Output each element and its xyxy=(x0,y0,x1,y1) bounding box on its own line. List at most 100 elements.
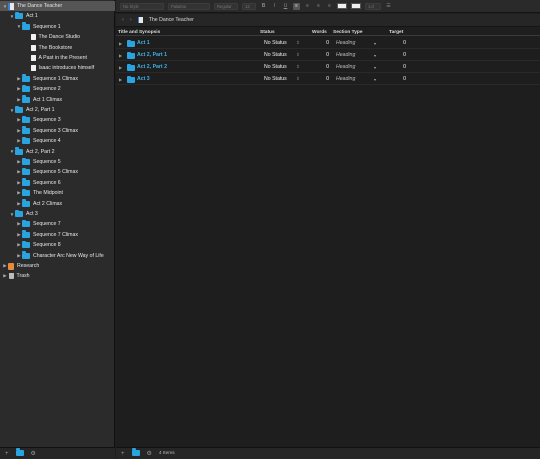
binder-item[interactable]: ▶ Sequence 5 Climax xyxy=(0,167,115,177)
binder-item[interactable]: ▼ The Dance Teacher xyxy=(0,1,115,11)
bold-button[interactable]: B xyxy=(260,3,267,10)
binder-item[interactable]: ▶ Sequence 4 xyxy=(0,136,115,146)
add-folder-icon[interactable] xyxy=(131,448,140,458)
column-title[interactable]: Title and Synopsis xyxy=(118,30,160,35)
binder-item-label: Act 2, Part 2 xyxy=(26,148,55,155)
row-section-type[interactable]: Heading xyxy=(336,52,355,58)
table-row[interactable]: ▶ Act 2, Part 2 No Status ⇕ 0 Heading ▾ 0 xyxy=(116,61,540,73)
text-color-swatch[interactable] xyxy=(337,3,347,9)
add-folder-icon[interactable] xyxy=(15,448,24,458)
row-title[interactable]: Act 2, Part 1 xyxy=(137,52,167,58)
row-section-type[interactable]: Heading xyxy=(336,76,355,82)
binder-item-label: Sequence 7 Climax xyxy=(33,231,78,238)
binder-item[interactable]: A Past in the Present xyxy=(0,53,115,63)
forward-icon[interactable]: › xyxy=(130,17,132,23)
column-status[interactable]: Status xyxy=(260,30,275,35)
chevron-down-icon[interactable]: ▾ xyxy=(374,77,376,82)
folder-icon xyxy=(15,209,23,217)
row-target: 0 xyxy=(403,52,406,58)
binder-item[interactable]: ▶ Sequence 5 xyxy=(0,157,115,167)
binder-item[interactable]: ▶ Sequence 6 xyxy=(0,178,115,188)
chevron-down-icon[interactable]: ▾ xyxy=(374,53,376,58)
justify-icon[interactable]: ≡ xyxy=(326,3,333,10)
row-section-type[interactable]: Heading xyxy=(336,64,355,70)
column-words[interactable]: Words xyxy=(312,30,327,35)
binder-item[interactable]: ▶ Sequence 3 Climax xyxy=(0,126,115,136)
folder-icon xyxy=(22,84,30,93)
item-count: 4 Items xyxy=(158,451,175,456)
add-icon[interactable]: + xyxy=(121,451,125,457)
status-stepper-icon[interactable]: ⇕ xyxy=(296,64,300,70)
document-icon xyxy=(30,44,36,51)
row-status[interactable]: No Status xyxy=(264,64,287,70)
align-left-icon[interactable]: ≡ xyxy=(293,2,300,10)
binder-item[interactable]: ▶ Sequence 3 xyxy=(0,115,115,125)
disclosure-closed-icon[interactable]: ▶ xyxy=(119,53,122,58)
line-spacing-select[interactable]: 1.0 xyxy=(365,2,381,10)
binder-item[interactable]: ▶ Sequence 8 xyxy=(0,240,115,250)
disclosure-closed-icon[interactable]: ▶ xyxy=(119,77,122,82)
editor-title: The Dance Teacher xyxy=(148,17,194,23)
table-row[interactable]: ▶ Act 1 No Status ⇕ 0 Heading ▾ 0 xyxy=(116,37,540,49)
underline-button[interactable]: U xyxy=(282,3,289,10)
binder-item-label: Sequence 3 Climax xyxy=(33,127,78,134)
binder-item[interactable]: ▼ Act 1 xyxy=(0,11,115,21)
folder-icon xyxy=(15,147,23,155)
folder-icon xyxy=(22,251,30,259)
binder-sidebar: ▼ The Dance Teacher ▼ Act 1 ▼ Sequence 1 The D… xyxy=(0,0,115,459)
row-status[interactable]: No Status xyxy=(264,52,287,58)
style-select[interactable]: No Style xyxy=(120,2,164,10)
binder-item[interactable]: ▶ Sequence 7 Climax xyxy=(0,230,115,240)
align-right-icon[interactable]: ≡ xyxy=(315,3,322,10)
binder-item-label: Sequence 1 xyxy=(33,23,61,30)
binder-item[interactable]: ▶ Trash xyxy=(0,271,115,281)
binder-item[interactable]: The Bookstore xyxy=(0,43,115,53)
row-target: 0 xyxy=(403,40,406,46)
column-section-type[interactable]: Section Type xyxy=(333,30,363,35)
binder-item-label: Sequence 7 xyxy=(33,221,61,228)
binder-item[interactable]: ▶ Sequence 7 xyxy=(0,219,115,229)
binder-item[interactable]: ▼ Sequence 1 xyxy=(0,22,115,32)
table-row[interactable]: ▶ Act 3 No Status ⇕ 0 Heading ▾ 0 xyxy=(116,73,540,85)
binder-item[interactable]: The Dance Studio xyxy=(0,32,115,42)
disclosure-closed-icon[interactable]: ▶ xyxy=(119,41,122,46)
settings-icon[interactable]: ⚙ xyxy=(31,450,36,457)
table-row[interactable]: ▶ Act 2, Part 1 No Status ⇕ 0 Heading ▾ 0 xyxy=(116,49,540,61)
align-center-icon[interactable]: ≡ xyxy=(304,3,311,10)
add-icon[interactable]: + xyxy=(5,451,9,457)
binder-item[interactable]: ▶ Character Arc New Way of Life xyxy=(0,251,115,261)
back-icon[interactable]: ‹ xyxy=(122,17,124,23)
settings-icon[interactable]: ⚙ xyxy=(147,450,152,457)
row-title[interactable]: Act 1 xyxy=(137,40,150,46)
binder-item[interactable]: ▶ Sequence 1 Climax xyxy=(0,74,115,84)
row-status[interactable]: No Status xyxy=(264,76,287,82)
highlight-color-swatch[interactable] xyxy=(351,3,361,9)
font-family-select[interactable]: Palatino xyxy=(168,2,210,10)
column-target[interactable]: Target xyxy=(389,30,403,35)
binder-item[interactable]: ▶ Act 1 Climax xyxy=(0,95,115,105)
binder-item[interactable]: ▼ Act 2, Part 1 xyxy=(0,105,115,115)
status-stepper-icon[interactable]: ⇕ xyxy=(296,76,300,82)
binder-item[interactable]: ▶ Research xyxy=(0,261,115,271)
italic-button[interactable]: I xyxy=(271,3,278,10)
row-status[interactable]: No Status xyxy=(264,40,287,46)
binder-item[interactable]: ▼ Act 3 xyxy=(0,209,115,219)
row-title[interactable]: Act 2, Part 2 xyxy=(137,64,167,70)
binder-item[interactable]: ▼ Act 2, Part 2 xyxy=(0,147,115,157)
row-section-type[interactable]: Heading xyxy=(336,40,355,46)
font-size-field[interactable]: 12 xyxy=(242,2,256,10)
binder-item[interactable]: ▶ The Midpoint xyxy=(0,188,115,198)
disclosure-closed-icon[interactable]: ▶ xyxy=(119,65,122,70)
font-weight-select[interactable]: Regular xyxy=(214,2,238,10)
binder-item[interactable]: ▶ Sequence 2 xyxy=(0,84,115,94)
folder-icon xyxy=(22,199,30,207)
chevron-down-icon[interactable]: ▾ xyxy=(374,65,376,70)
binder-item[interactable]: ▶ Act 2 Climax xyxy=(0,199,115,209)
status-stepper-icon[interactable]: ⇕ xyxy=(296,40,300,46)
status-stepper-icon[interactable]: ⇕ xyxy=(296,52,300,58)
disclosure-closed-icon[interactable]: ▶ xyxy=(2,273,8,279)
chevron-down-icon[interactable]: ▾ xyxy=(374,41,376,46)
list-icon[interactable]: ☰ xyxy=(385,3,392,10)
binder-item[interactable]: Isaac introduces himself xyxy=(0,63,115,73)
row-title[interactable]: Act 3 xyxy=(137,76,150,82)
